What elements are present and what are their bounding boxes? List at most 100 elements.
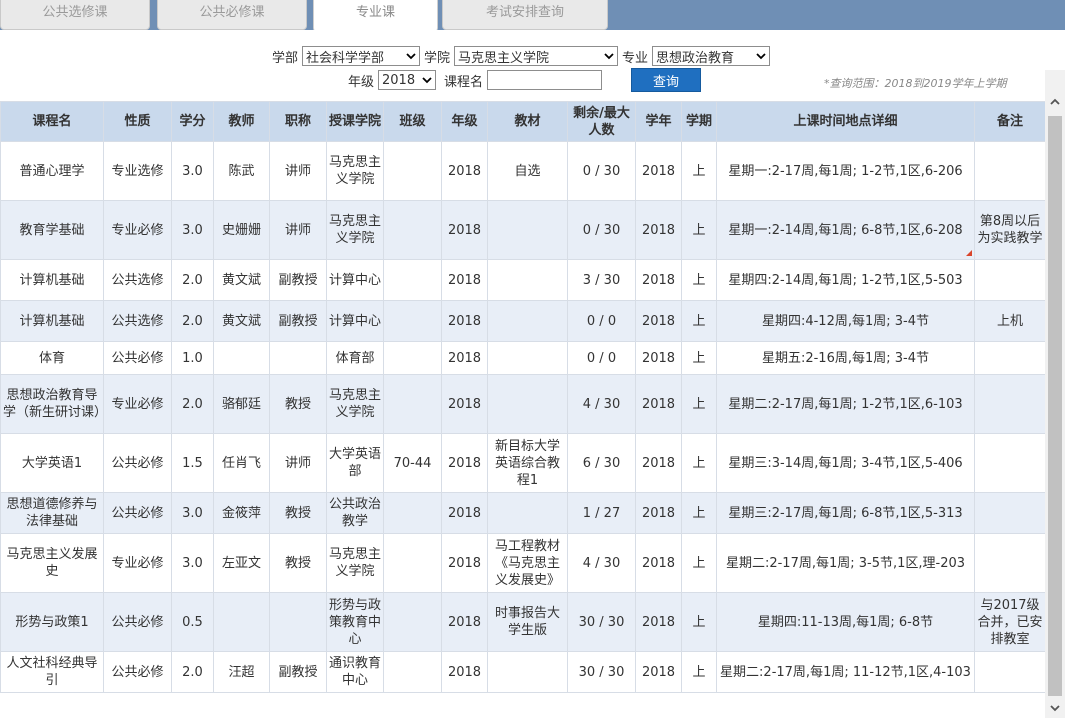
cell-title: 讲师 xyxy=(269,200,327,260)
cell-class xyxy=(383,259,442,301)
cell-year: 2018 xyxy=(635,341,682,375)
cell-capacity: 0 / 0 xyxy=(567,300,636,342)
scroll-down-button[interactable] xyxy=(1045,698,1065,718)
cell-class xyxy=(383,374,442,434)
cell-credit: 2.0 xyxy=(171,259,214,301)
tab-public-elective[interactable]: 公共选修课 xyxy=(0,0,150,30)
grade-value: 2018 xyxy=(382,72,416,88)
cell-year: 2018 xyxy=(635,259,682,301)
cell-course: 计算机基础 xyxy=(0,259,104,301)
department-label: 学部 xyxy=(272,50,299,66)
cell-term: 上 xyxy=(681,374,717,434)
cell-schedule: 星期三:2-17周,每1周; 6-8节,1区,5-313 xyxy=(716,492,975,534)
tab-public-required[interactable]: 公共必修课 xyxy=(157,0,307,30)
scroll-thumb[interactable] xyxy=(1048,116,1062,696)
cell-teacher: 陈武 xyxy=(213,141,270,201)
grade-select[interactable]: 2018 xyxy=(378,70,437,90)
cell-type: 专业必修 xyxy=(103,200,172,260)
cell-course: 人文社科经典导引 xyxy=(0,651,104,693)
course-name-input[interactable] xyxy=(487,70,603,90)
table-row: 大学英语1 公共必修 1.5 任肖飞 讲师 大学英语部 70-44 2018 新目标大学英语综合… xyxy=(0,433,1046,493)
college-label: 学院 xyxy=(424,50,451,66)
tab-major-courses[interactable]: 专业课 xyxy=(313,0,438,32)
major-select[interactable]: 思想政治教育 xyxy=(652,46,771,66)
cell-capacity: 6 / 30 xyxy=(567,433,636,493)
cell-textbook xyxy=(487,651,568,693)
cell-term: 上 xyxy=(681,533,717,593)
cell-class xyxy=(383,533,442,593)
cell-title: 讲师 xyxy=(269,141,327,201)
scroll-up-button[interactable] xyxy=(1045,92,1065,112)
cell-credit: 3.0 xyxy=(171,141,214,201)
cell-type: 公共必修 xyxy=(103,592,172,652)
cell-college: 马克思主义学院 xyxy=(326,533,384,593)
course-table: 课程名 性质 学分 教师 职称 授课学院 班级 年级 教材 剩余/最大人数 学年… xyxy=(0,101,1046,693)
cell-course: 思想政治教育导学（新生研讨课） xyxy=(0,374,104,434)
cell-college: 公共政治教学 xyxy=(326,492,384,534)
cell-note xyxy=(974,374,1046,434)
cell-year: 2018 xyxy=(635,492,682,534)
cell-grade: 2018 xyxy=(441,141,488,201)
cell-term: 上 xyxy=(681,341,717,375)
cell-type: 公共必修 xyxy=(103,651,172,693)
cell-teacher xyxy=(213,592,270,652)
cell-grade: 2018 xyxy=(441,341,488,375)
cell-grade: 2018 xyxy=(441,374,488,434)
cell-year: 2018 xyxy=(635,651,682,693)
cell-note xyxy=(974,341,1046,375)
vertical-scrollbar[interactable] xyxy=(1045,70,1065,718)
cell-class xyxy=(383,592,442,652)
cell-course: 思想道德修养与法律基础 xyxy=(0,492,104,534)
query-button[interactable]: 查询 xyxy=(631,68,701,92)
cell-schedule: 星期五:2-16周,每1周; 3-4节 xyxy=(716,341,975,375)
cell-title: 副教授 xyxy=(269,259,327,301)
cell-class xyxy=(383,651,442,693)
cell-type: 公共选修 xyxy=(103,259,172,301)
cell-college: 体育部 xyxy=(326,341,384,375)
table-row: 普通心理学 专业选修 3.0 陈武 讲师 马克思主义学院 2018 自选 0 / 30 2018 上… xyxy=(0,141,1046,201)
cell-schedule: 星期四:4-12周,每1周; 3-4节 xyxy=(716,300,975,342)
cell-college: 大学英语部 xyxy=(326,433,384,493)
cell-grade: 2018 xyxy=(441,492,488,534)
cell-college: 形势与政策教育中心 xyxy=(326,592,384,652)
cell-year: 2018 xyxy=(635,200,682,260)
cell-term: 上 xyxy=(681,651,717,693)
cell-schedule: 星期二:2-17周,每1周; 1-2节,1区,6-103 xyxy=(716,374,975,434)
header-textbook: 教材 xyxy=(487,101,568,142)
cell-title xyxy=(269,341,327,375)
department-select[interactable]: 社会科学学部 xyxy=(302,46,421,66)
header-schedule: 上课时间地点详细 xyxy=(716,101,975,142)
cell-capacity: 4 / 30 xyxy=(567,374,636,434)
grade-label: 年级 xyxy=(348,74,375,90)
cell-college: 计算中心 xyxy=(326,259,384,301)
cell-teacher: 史姗姗 xyxy=(213,200,270,260)
cell-title: 教授 xyxy=(269,492,327,534)
cell-type: 公共必修 xyxy=(103,433,172,493)
cell-grade: 2018 xyxy=(441,300,488,342)
table-row: 马克思主义发展史 专业必修 3.0 左亚文 教授 马克思主义学院 2018 马工程教材《马克思… xyxy=(0,533,1046,593)
cell-grade: 2018 xyxy=(441,592,488,652)
cell-title: 教授 xyxy=(269,533,327,593)
tab-exam-schedule[interactable]: 考试安排查询 xyxy=(442,0,608,30)
cell-textbook xyxy=(487,492,568,534)
cell-credit: 3.0 xyxy=(171,492,214,534)
cell-capacity: 1 / 27 xyxy=(567,492,636,534)
cell-capacity: 30 / 30 xyxy=(567,651,636,693)
cell-term: 上 xyxy=(681,300,717,342)
cell-schedule: 星期四:2-14周,每1周; 1-2节,1区,5-503 xyxy=(716,259,975,301)
chevron-down-icon xyxy=(406,53,416,60)
header-grade: 年级 xyxy=(441,101,488,142)
cell-credit: 3.0 xyxy=(171,533,214,593)
table-row: 体育 公共必修 1.0 体育部 2018 0 / 0 2018 上星期五:2-16周,每1周;… xyxy=(0,341,1046,375)
header-credit: 学分 xyxy=(171,101,214,142)
cell-teacher xyxy=(213,341,270,375)
cell-class xyxy=(383,341,442,375)
table-row: 人文社科经典导引 公共必修 2.0 汪超 副教授 通识教育中心 2018 30 / 30 201… xyxy=(0,651,1046,693)
cell-course: 普通心理学 xyxy=(0,141,104,201)
cell-course: 形势与政策1 xyxy=(0,592,104,652)
college-select[interactable]: 马克思主义学院 xyxy=(454,46,619,66)
cell-grade: 2018 xyxy=(441,200,488,260)
cell-note xyxy=(974,433,1046,493)
course-panel: 学部 社会科学学部 学院 马克思主义学院 专业 思想政治教育 年级 2018 课… xyxy=(0,30,1065,718)
cell-class: 70-44 xyxy=(383,433,442,493)
